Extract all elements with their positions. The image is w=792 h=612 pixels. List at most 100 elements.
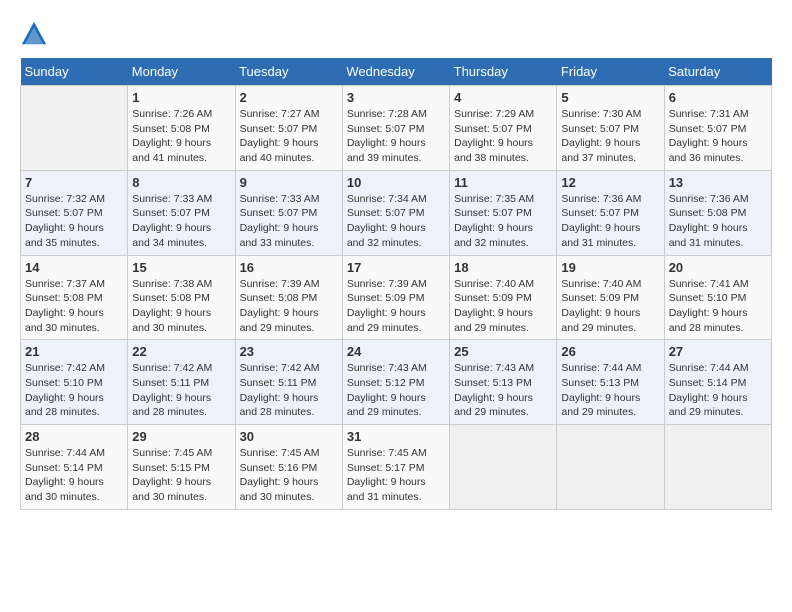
cell-details: Sunrise: 7:35 AMSunset: 5:07 PMDaylight:… [454,192,552,251]
calendar-cell [557,425,664,510]
page-header [20,20,772,48]
calendar-cell: 18 Sunrise: 7:40 AMSunset: 5:09 PMDayligh… [450,255,557,340]
calendar-cell: 14Sunrise: 7:37 AMSunset: 5:08 PMDayligh… [21,255,128,340]
day-number: 16 [240,260,338,275]
cell-details: Sunrise: 7:33 AMSunset: 5:07 PMDaylight:… [132,192,230,251]
day-number: 30 [240,429,338,444]
cell-details: Sunrise: 7:34 AMSunset: 5:07 PMDaylight:… [347,192,445,251]
calendar-cell: 20Sunrise: 7:41 AMSunset: 5:10 PMDayligh… [664,255,771,340]
cell-details: Sunrise: 7:43 AMSunset: 5:12 PMDaylight:… [347,361,445,420]
calendar-cell: 23 Sunrise: 7:42 AMSunset: 5:11 PMDayligh… [235,340,342,425]
day-number: 3 [347,90,445,105]
day-number: 11 [454,175,552,190]
day-number: 27 [669,344,767,359]
calendar-week-row: 1 Sunrise: 7:26 AMSunset: 5:08 PMDaylight… [21,86,772,171]
day-number: 26 [561,344,659,359]
cell-details: Sunrise: 7:42 AMSunset: 5:10 PMDaylight:… [25,361,123,420]
cell-details: Sunrise: 7:27 AMSunset: 5:07 PMDaylight:… [240,107,338,166]
calendar-cell: 4 Sunrise: 7:29 AMSunset: 5:07 PMDaylight… [450,86,557,171]
day-number: 23 [240,344,338,359]
day-number: 12 [561,175,659,190]
calendar-cell: 17 Sunrise: 7:39 AMSunset: 5:09 PMDayligh… [342,255,449,340]
day-number: 10 [347,175,445,190]
cell-details: Sunrise: 7:30 AMSunset: 5:07 PMDaylight:… [561,107,659,166]
cell-details: Sunrise: 7:28 AMSunset: 5:07 PMDaylight:… [347,107,445,166]
cell-details: Sunrise: 7:40 AMSunset: 5:09 PMDaylight:… [561,277,659,336]
cell-details: Sunrise: 7:42 AMSunset: 5:11 PMDaylight:… [240,361,338,420]
calendar-cell: 2 Sunrise: 7:27 AMSunset: 5:07 PMDaylight… [235,86,342,171]
calendar-week-row: 28 Sunrise: 7:44 AMSunset: 5:14 PMDayligh… [21,425,772,510]
calendar-cell: 15 Sunrise: 7:38 AMSunset: 5:08 PMDayligh… [128,255,235,340]
weekday-header: Wednesday [342,58,449,86]
cell-details: Sunrise: 7:39 AMSunset: 5:08 PMDaylight:… [240,277,338,336]
weekday-header-row: SundayMondayTuesdayWednesdayThursdayFrid… [21,58,772,86]
day-number: 22 [132,344,230,359]
weekday-header: Monday [128,58,235,86]
calendar-cell [21,86,128,171]
calendar-cell: 26 Sunrise: 7:44 AMSunset: 5:13 PMDayligh… [557,340,664,425]
cell-details: Sunrise: 7:36 AMSunset: 5:08 PMDaylight:… [669,192,767,251]
cell-details: Sunrise: 7:31 AMSunset: 5:07 PMDaylight:… [669,107,767,166]
weekday-header: Tuesday [235,58,342,86]
weekday-header: Sunday [21,58,128,86]
calendar-week-row: 14Sunrise: 7:37 AMSunset: 5:08 PMDayligh… [21,255,772,340]
day-number: 9 [240,175,338,190]
day-number: 1 [132,90,230,105]
cell-details: Sunrise: 7:44 AMSunset: 5:13 PMDaylight:… [561,361,659,420]
day-number: 18 [454,260,552,275]
calendar-cell: 27 Sunrise: 7:44 AMSunset: 5:14 PMDayligh… [664,340,771,425]
calendar-cell: 12 Sunrise: 7:36 AMSunset: 5:07 PMDayligh… [557,170,664,255]
weekday-header: Saturday [664,58,771,86]
cell-details: Sunrise: 7:26 AMSunset: 5:08 PMDaylight:… [132,107,230,166]
calendar-cell: 19Sunrise: 7:40 AMSunset: 5:09 PMDayligh… [557,255,664,340]
day-number: 29 [132,429,230,444]
calendar-cell: 31Sunrise: 7:45 AMSunset: 5:17 PMDayligh… [342,425,449,510]
calendar-cell: 13Sunrise: 7:36 AMSunset: 5:08 PMDayligh… [664,170,771,255]
cell-details: Sunrise: 7:41 AMSunset: 5:10 PMDaylight:… [669,277,767,336]
cell-details: Sunrise: 7:39 AMSunset: 5:09 PMDaylight:… [347,277,445,336]
weekday-header: Thursday [450,58,557,86]
calendar-table: SundayMondayTuesdayWednesdayThursdayFrid… [20,58,772,510]
cell-details: Sunrise: 7:42 AMSunset: 5:11 PMDaylight:… [132,361,230,420]
day-number: 21 [25,344,123,359]
day-number: 17 [347,260,445,275]
calendar-cell: 24 Sunrise: 7:43 AMSunset: 5:12 PMDayligh… [342,340,449,425]
cell-details: Sunrise: 7:29 AMSunset: 5:07 PMDaylight:… [454,107,552,166]
cell-details: Sunrise: 7:45 AMSunset: 5:16 PMDaylight:… [240,446,338,505]
day-number: 28 [25,429,123,444]
calendar-cell: 7Sunrise: 7:32 AMSunset: 5:07 PMDaylight… [21,170,128,255]
day-number: 2 [240,90,338,105]
day-number: 14 [25,260,123,275]
day-number: 24 [347,344,445,359]
calendar-cell: 10 Sunrise: 7:34 AMSunset: 5:07 PMDayligh… [342,170,449,255]
day-number: 5 [561,90,659,105]
weekday-header: Friday [557,58,664,86]
calendar-cell: 21 Sunrise: 7:42 AMSunset: 5:10 PMDayligh… [21,340,128,425]
calendar-cell: 1 Sunrise: 7:26 AMSunset: 5:08 PMDaylight… [128,86,235,171]
calendar-cell: 28 Sunrise: 7:44 AMSunset: 5:14 PMDayligh… [21,425,128,510]
calendar-cell: 6 Sunrise: 7:31 AMSunset: 5:07 PMDaylight… [664,86,771,171]
cell-details: Sunrise: 7:40 AMSunset: 5:09 PMDaylight:… [454,277,552,336]
calendar-cell: 25Sunrise: 7:43 AMSunset: 5:13 PMDayligh… [450,340,557,425]
logo [20,20,52,48]
cell-details: Sunrise: 7:36 AMSunset: 5:07 PMDaylight:… [561,192,659,251]
cell-details: Sunrise: 7:38 AMSunset: 5:08 PMDaylight:… [132,277,230,336]
calendar-cell: 9 Sunrise: 7:33 AMSunset: 5:07 PMDaylight… [235,170,342,255]
day-number: 4 [454,90,552,105]
calendar-cell: 8 Sunrise: 7:33 AMSunset: 5:07 PMDaylight… [128,170,235,255]
cell-details: Sunrise: 7:44 AMSunset: 5:14 PMDaylight:… [25,446,123,505]
calendar-week-row: 7Sunrise: 7:32 AMSunset: 5:07 PMDaylight… [21,170,772,255]
cell-details: Sunrise: 7:45 AMSunset: 5:15 PMDaylight:… [132,446,230,505]
cell-details: Sunrise: 7:45 AMSunset: 5:17 PMDaylight:… [347,446,445,505]
cell-details: Sunrise: 7:33 AMSunset: 5:07 PMDaylight:… [240,192,338,251]
cell-details: Sunrise: 7:44 AMSunset: 5:14 PMDaylight:… [669,361,767,420]
calendar-cell: 30 Sunrise: 7:45 AMSunset: 5:16 PMDayligh… [235,425,342,510]
day-number: 15 [132,260,230,275]
day-number: 6 [669,90,767,105]
day-number: 8 [132,175,230,190]
calendar-cell: 11 Sunrise: 7:35 AMSunset: 5:07 PMDayligh… [450,170,557,255]
calendar-cell: 5 Sunrise: 7:30 AMSunset: 5:07 PMDaylight… [557,86,664,171]
day-number: 25 [454,344,552,359]
calendar-cell: 16 Sunrise: 7:39 AMSunset: 5:08 PMDayligh… [235,255,342,340]
calendar-cell: 22 Sunrise: 7:42 AMSunset: 5:11 PMDayligh… [128,340,235,425]
